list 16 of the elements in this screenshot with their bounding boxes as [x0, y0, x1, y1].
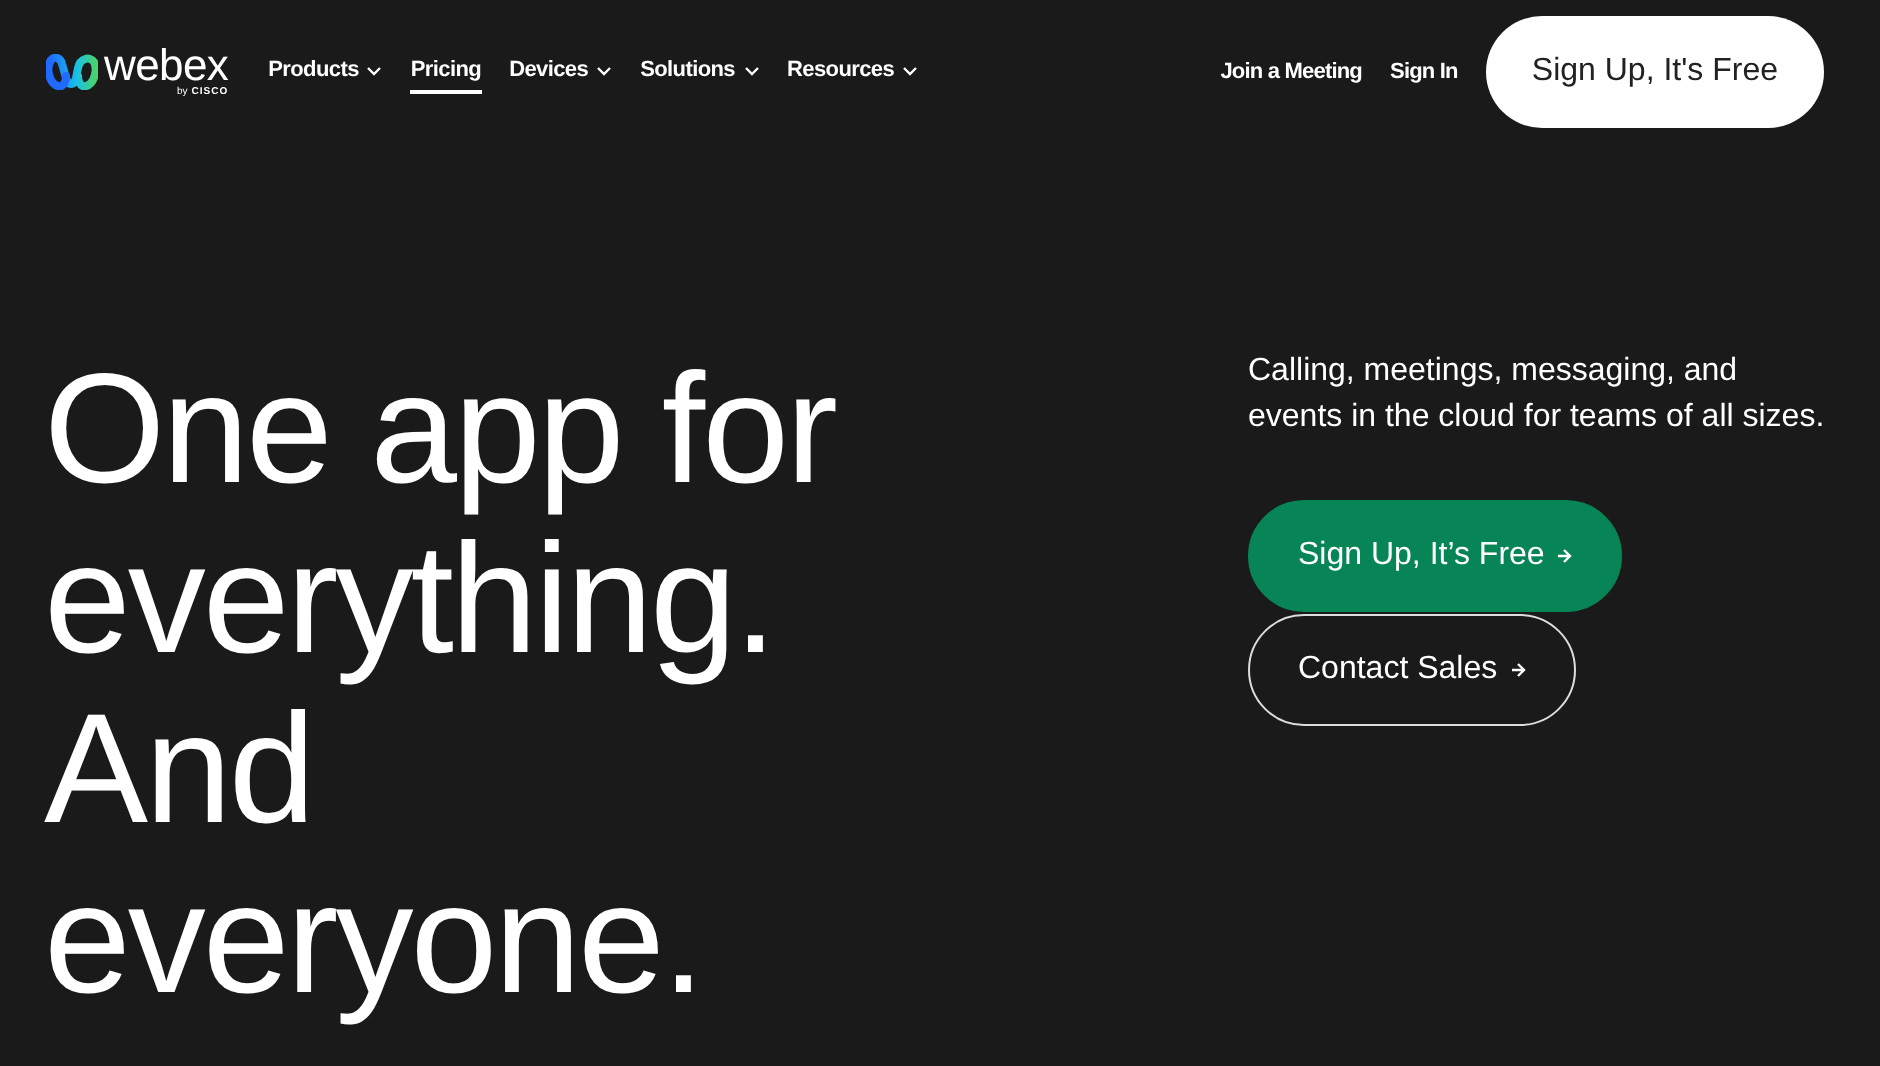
arrow-right-icon: [1509, 662, 1526, 678]
contact-sales-button[interactable]: Contact Sales: [1248, 614, 1576, 726]
description: Calling, meetings, messaging, and events in the cloud for teams of all sizes.: [1248, 352, 1827, 438]
arrow-right-icon: [1556, 548, 1573, 564]
nav-link[interactable]: Pricing: [410, 50, 482, 94]
nav-link[interactable]: Solutions: [640, 50, 759, 94]
headline: One app for everything. And everyone.: [44, 344, 838, 1024]
signup-button[interactable]: Sign Up, It's Free: [1485, 16, 1824, 128]
nav-link[interactable]: Devices: [509, 50, 613, 94]
nav-link[interactable]: Products: [268, 50, 383, 94]
nav-link[interactable]: Resources: [787, 50, 919, 94]
header-link[interactable]: Join a Meeting: [1220, 60, 1363, 84]
logo-wordmark: webex: [104, 46, 229, 86]
header-link[interactable]: Sign In: [1390, 60, 1458, 84]
signup-button[interactable]: Sign Up, It’s Free: [1248, 500, 1623, 612]
logo-icon[interactable]: [46, 54, 98, 90]
